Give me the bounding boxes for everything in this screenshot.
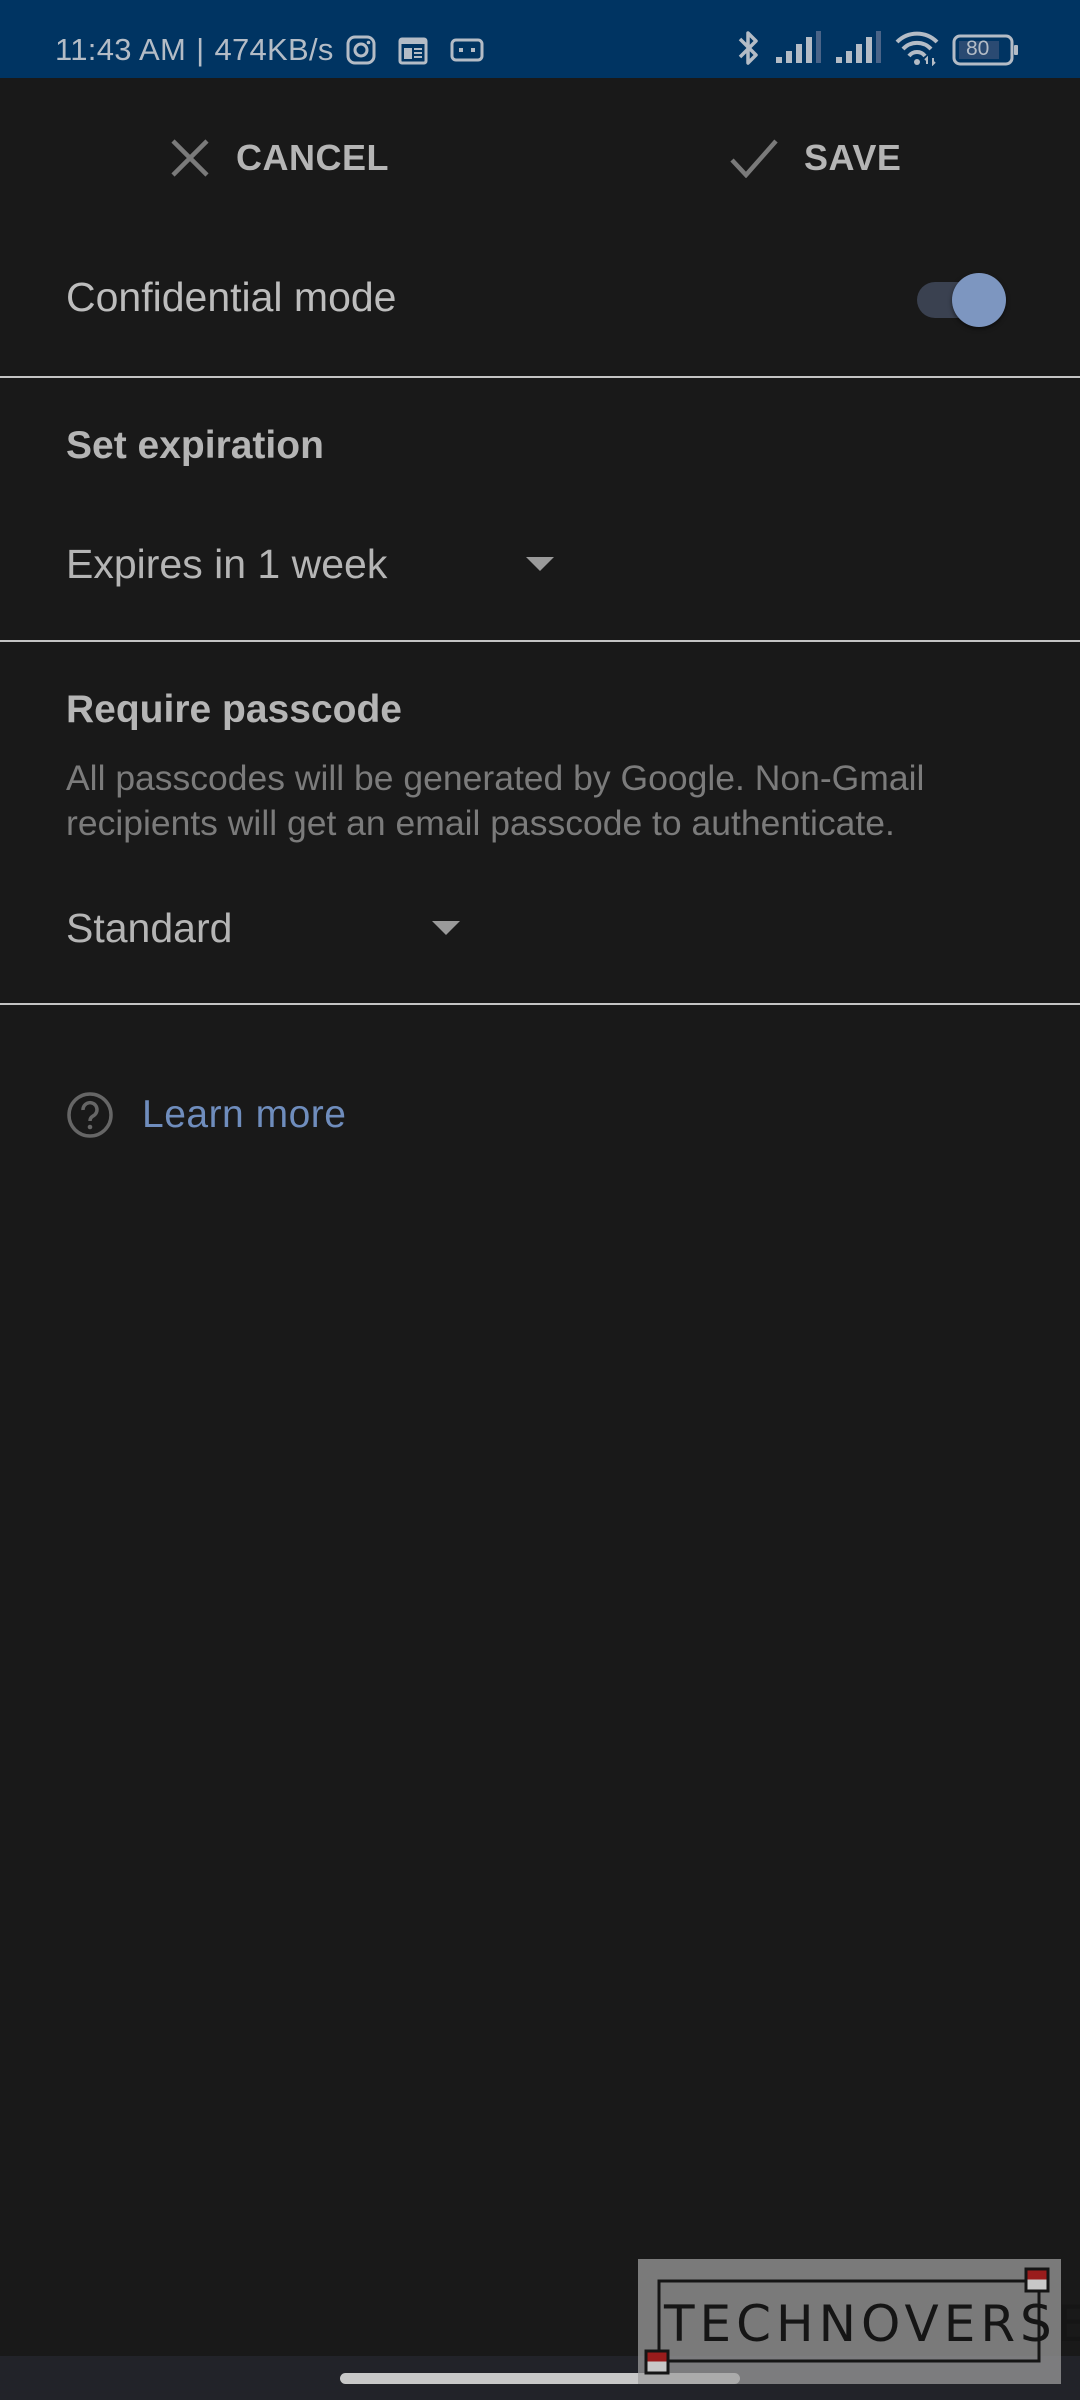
save-button[interactable]: SAVE [730,128,901,188]
clock: 11:43 AM [55,32,187,67]
status-bar-right: 80 [736,30,1020,70]
watermark-text: TECHNOVERSE [664,2295,1080,2353]
save-label: SAVE [804,137,902,178]
bluetooth-icon [736,28,762,73]
network-speed: 474KB/s [214,32,334,67]
signal-sim2-icon [834,30,882,70]
battery-level: 80 [966,37,990,60]
signal-sim1-icon [774,30,822,70]
instagram-icon [346,35,376,65]
toggle-thumb [952,273,1006,327]
cassette-icon [450,37,484,63]
wifi-icon [894,30,940,71]
watermark-logo: TECHNOVERSE [638,2259,1080,2384]
set-expiration-title: Set expiration [66,424,324,467]
close-icon [171,139,209,177]
status-separator: | [196,32,205,67]
learn-more-link[interactable]: Learn more [66,1085,346,1145]
status-bar-left: 11:43 AM | 474KB/s [55,30,484,70]
require-passcode-title: Require passcode [66,688,402,731]
learn-more-label: Learn more [142,1093,347,1136]
dropdown-arrow-icon [432,921,460,935]
check-icon [730,139,778,178]
divider [0,1003,1080,1005]
battery-icon: 80 [952,34,1020,66]
dropdown-arrow-icon [526,557,554,571]
cancel-button[interactable]: CANCEL [170,128,389,188]
cancel-label: CANCEL [236,137,389,178]
confidential-mode-label: Confidential mode [66,274,397,320]
calendar-icon [398,35,428,65]
divider [0,640,1080,642]
expiration-value: Expires in 1 week [66,540,388,587]
action-bar: CANCEL SAVE [0,78,1080,238]
passcode-value: Standard [66,904,233,951]
status-bar: 11:43 AM | 474KB/s 80 [0,0,1080,78]
confidential-mode-toggle[interactable] [910,270,1010,330]
expiration-dropdown[interactable]: Expires in 1 week [66,534,586,594]
help-icon [67,1092,113,1138]
divider [0,376,1080,378]
passcode-description: All passcodes will be generated by Googl… [66,758,925,843]
passcode-dropdown[interactable]: Standard [66,898,486,958]
